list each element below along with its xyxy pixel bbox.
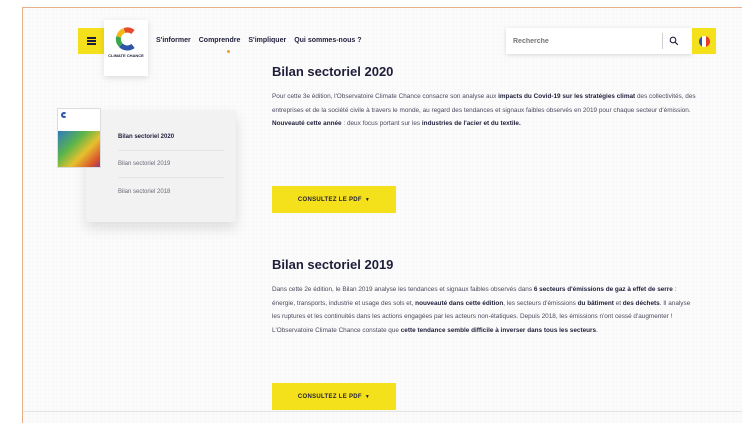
paragraph-text: .: [596, 326, 598, 334]
section-paragraph-2019: Dans cette 2e édition, le Bilan 2019 ana…: [272, 283, 700, 337]
cta-label: CONSULTEZ LE PDF: [297, 196, 362, 203]
search-icon[interactable]: [669, 36, 679, 46]
paragraph-emphasis: nouveauté dans cette édition: [415, 299, 504, 307]
paragraph-text: : deux focus portant sur les: [341, 120, 422, 128]
paragraph-emphasis: cette tendance semble difficile à invers…: [400, 326, 597, 334]
consult-pdf-button-2020[interactable]: CONSULTEZ LE PDF ▼: [272, 186, 396, 213]
french-flag-icon: [698, 35, 710, 47]
paragraph-emphasis: des déchets: [622, 299, 660, 307]
paragraph-text: et: [613, 299, 623, 307]
sidebar-item-2019[interactable]: Bilan sectoriel 2019: [118, 151, 224, 178]
nav-impliquer[interactable]: S'impliquer: [248, 37, 286, 44]
main-nav: S'informer Comprendre S'impliquer Qui so…: [156, 37, 362, 44]
paragraph-emphasis: impacts du Covid-19 sur les stratégies c…: [498, 93, 636, 100]
nav-active-indicator: [227, 50, 230, 53]
paragraph-emphasis: industries de l'acier et du textile.: [421, 120, 521, 128]
chevron-down-icon: ▼: [364, 196, 371, 203]
paragraph-emphasis: du bâtiment: [577, 299, 614, 307]
chevron-down-icon: ▼: [364, 393, 371, 400]
nav-comprendre[interactable]: Comprendre: [199, 37, 241, 44]
cta-label: CONSULTEZ LE PDF: [297, 393, 362, 400]
section-paragraph-2020: Pour cette 3e édition, l'Observatoire Cl…: [272, 90, 700, 131]
sidebar-item-2020[interactable]: Bilan sectoriel 2020: [118, 124, 224, 151]
paragraph-emphasis: Nouveauté cette année: [272, 120, 342, 128]
search-bar: [506, 28, 692, 54]
logo-mark-icon: [115, 27, 135, 51]
nav-informer[interactable]: S'informer: [156, 37, 191, 44]
menu-button[interactable]: [78, 28, 104, 54]
sidebar-item-2018[interactable]: Bilan sectoriel 2018: [118, 178, 224, 205]
paragraph-emphasis: 6 secteurs d'émissions de gaz à effet de…: [533, 286, 673, 293]
search-input[interactable]: [506, 37, 656, 45]
sidebar-list: Bilan sectoriel 2020 Bilan sectoriel 201…: [118, 124, 224, 205]
climate-chance-logo[interactable]: CLIMATE CHANCE: [104, 20, 148, 76]
paragraph-text: Dans cette 2e édition, le Bilan 2019 ana…: [272, 286, 534, 293]
language-button[interactable]: [692, 28, 716, 54]
section-title-2020: Bilan sectoriel 2020: [272, 64, 394, 79]
paragraph-text: Pour cette 3e édition, l'Observatoire Cl…: [272, 93, 499, 100]
section-divider: [23, 411, 742, 412]
menu-icon: [86, 40, 96, 42]
section-title-2019: Bilan sectoriel 2019: [272, 257, 394, 272]
paragraph-text: , les secteurs d'émissions: [503, 299, 578, 307]
consult-pdf-button-2019[interactable]: CONSULTEZ LE PDF ▼: [272, 383, 396, 410]
nav-qui-sommes-nous[interactable]: Qui sommes-nous ?: [294, 37, 361, 44]
search-separator: [662, 33, 663, 49]
report-cover-thumbnail: [57, 108, 101, 168]
logo-text: CLIMATE CHANCE: [108, 53, 144, 58]
